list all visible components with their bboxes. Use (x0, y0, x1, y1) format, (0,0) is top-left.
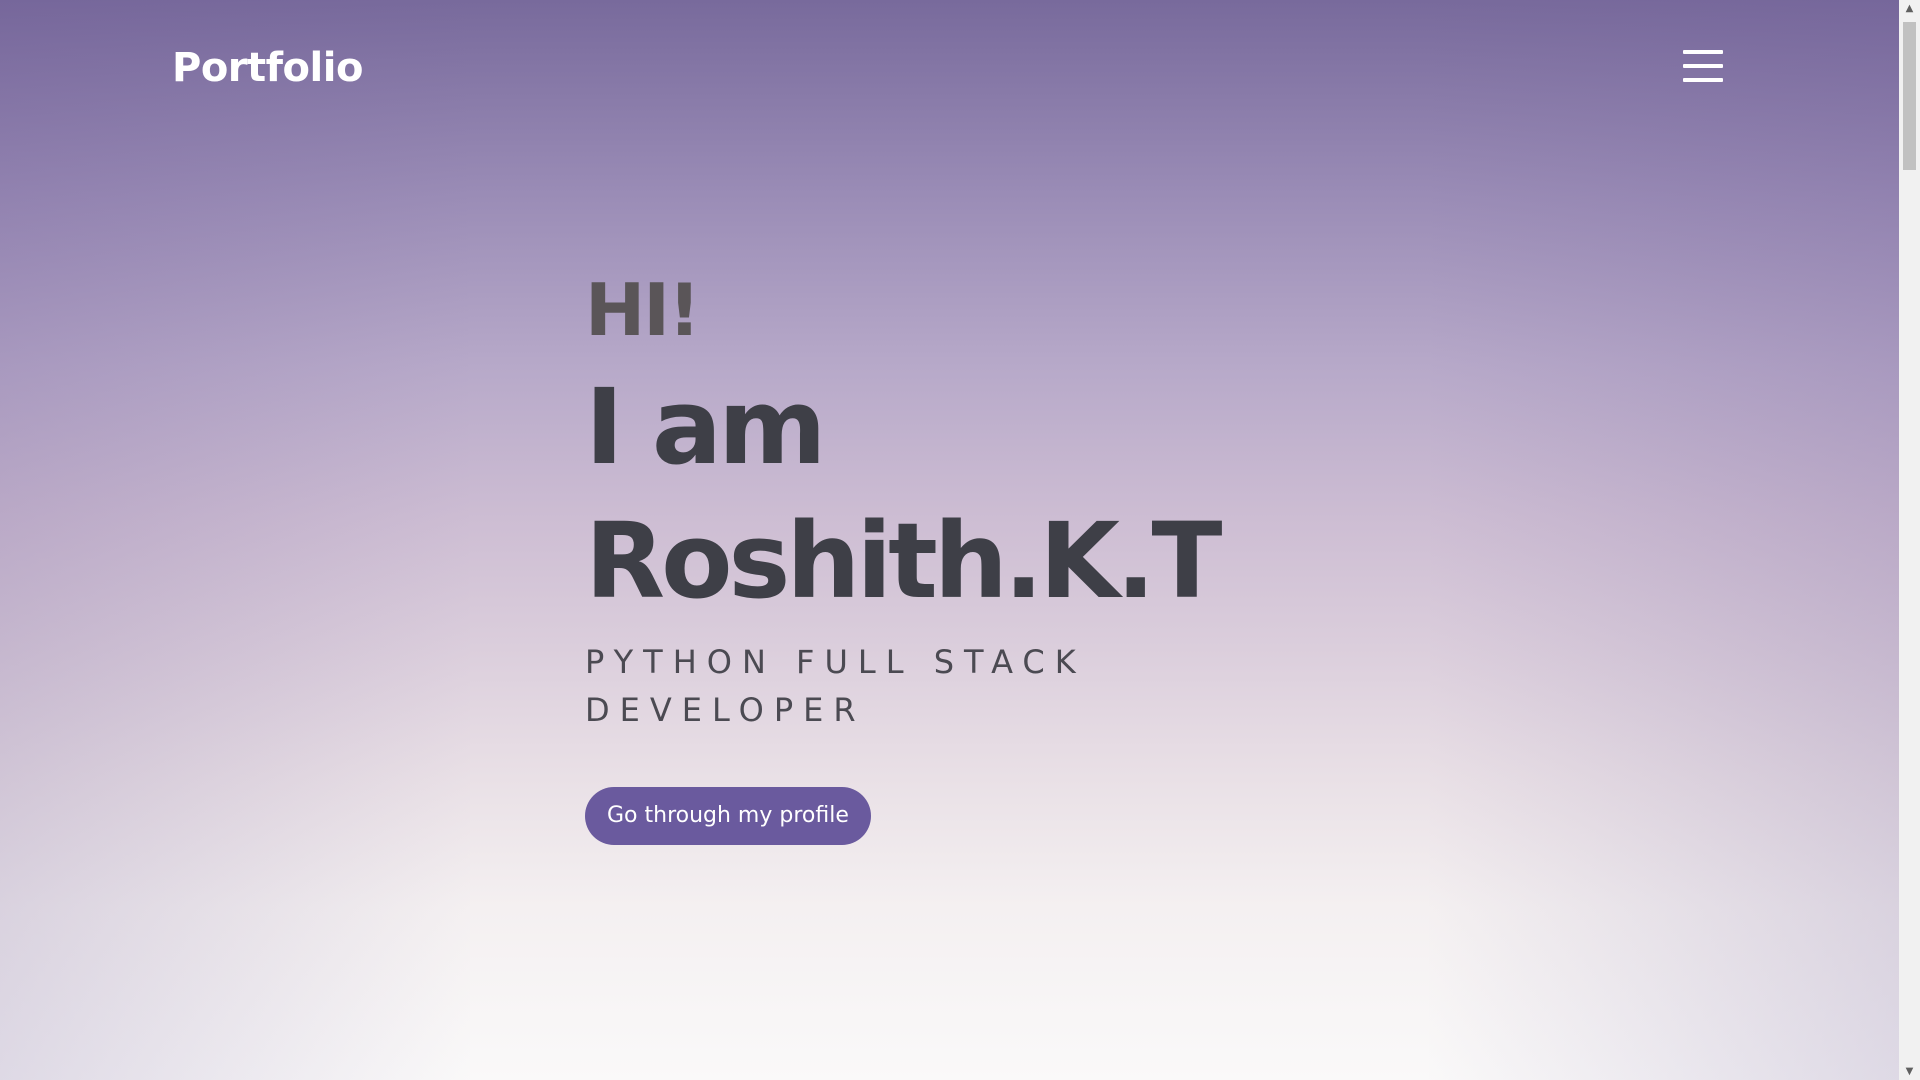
vertical-scrollbar[interactable]: ▲ ▼ (1899, 0, 1920, 1080)
scroll-down-arrow-icon[interactable]: ▼ (1899, 1063, 1920, 1080)
page-viewport: Portfolio HI! I am Roshith.K.T PYTHON FU… (0, 0, 1899, 1080)
hero-section: HI! I am Roshith.K.T PYTHON FULL STACK D… (585, 260, 1285, 845)
hero-name: Roshith.K.T (585, 500, 1222, 622)
scroll-up-arrow-icon[interactable]: ▲ (1899, 0, 1920, 17)
hero-role: PYTHON FULL STACK DEVELOPER (585, 643, 1086, 729)
hero-greeting: HI! (585, 268, 701, 352)
hamburger-menu-icon[interactable] (1680, 46, 1726, 86)
navbar: Portfolio (0, 0, 1899, 135)
brand-logo-link[interactable]: Portfolio (172, 40, 363, 96)
menu-bar-middle (1683, 64, 1723, 68)
menu-bar-bottom (1683, 78, 1723, 82)
scroll-thumb[interactable] (1903, 22, 1916, 170)
hero-intro-line-1: I am (585, 366, 826, 488)
profile-cta-button[interactable]: Go through my profile (585, 787, 871, 845)
menu-bar-top (1683, 50, 1723, 54)
